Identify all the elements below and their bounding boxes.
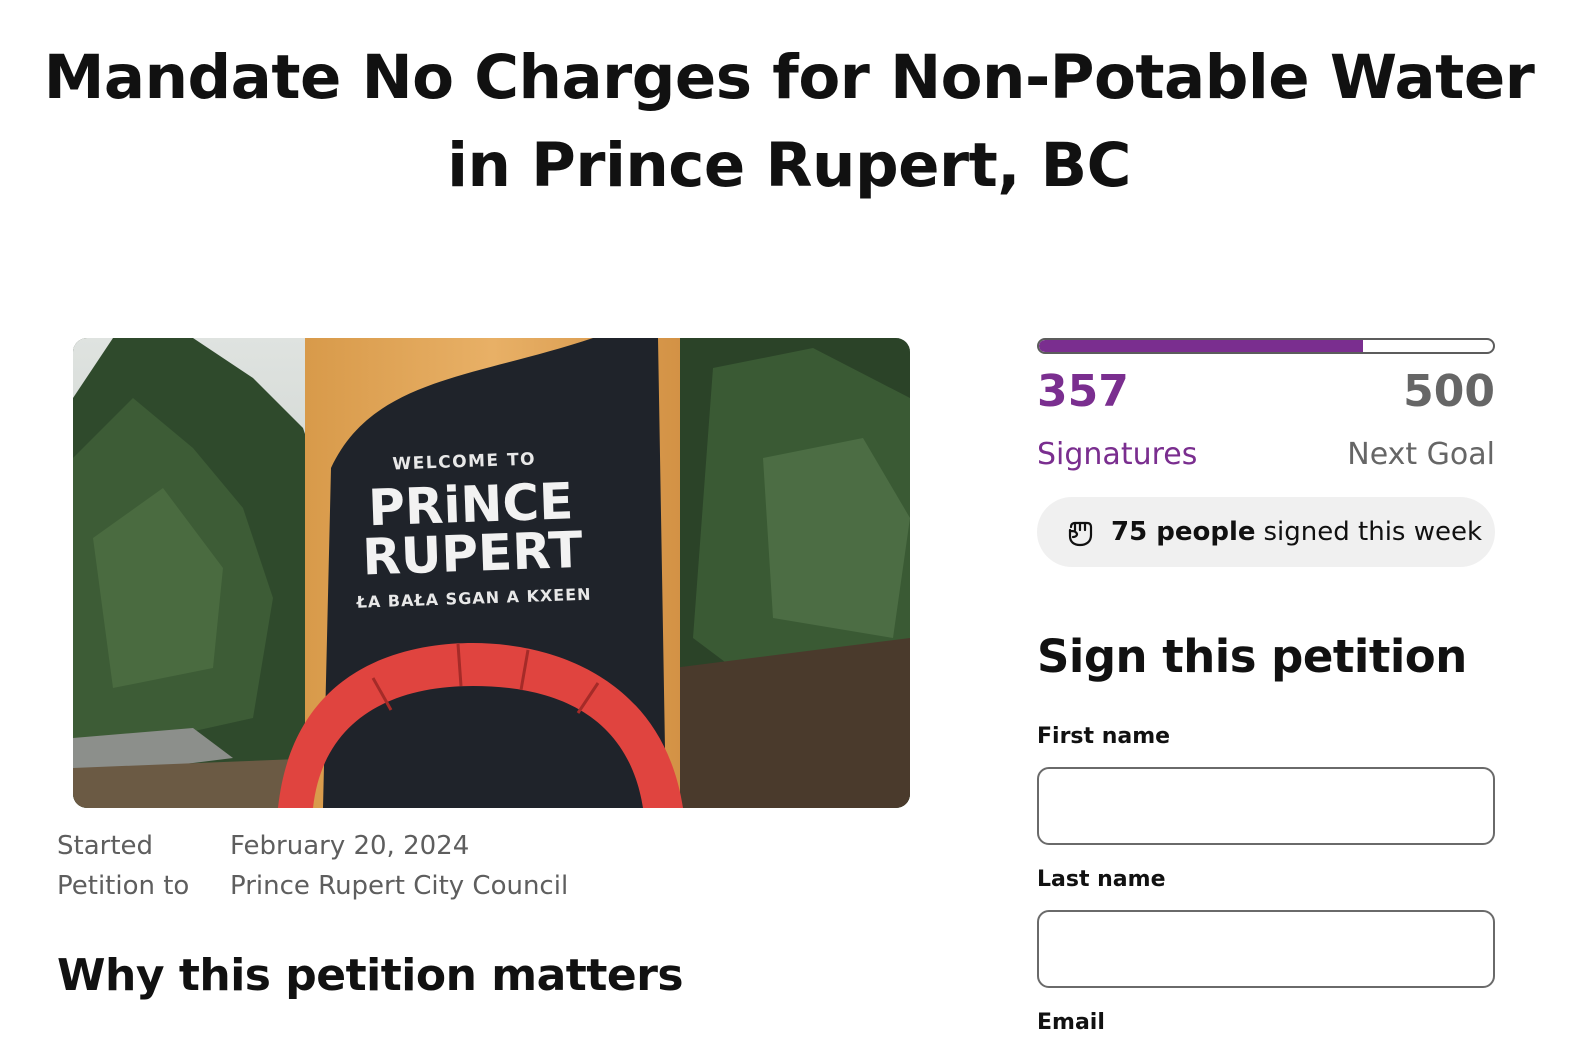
- why-heading: Why this petition matters: [57, 950, 684, 1001]
- petition-meta: Started February 20, 2024 Petition to Pr…: [57, 826, 568, 906]
- next-goal-label: Next Goal: [1347, 437, 1495, 472]
- sign-line-2: RUPERT: [361, 521, 583, 587]
- signature-count: 357: [1037, 366, 1129, 417]
- email-label: Email: [1037, 1010, 1105, 1035]
- petition-title: Mandate No Charges for Non-Potable Water…: [0, 34, 1578, 210]
- first-name-input[interactable]: [1037, 767, 1495, 845]
- signature-progress-bar: [1037, 338, 1495, 354]
- title-line-1: Mandate No Charges for Non-Potable Water: [43, 42, 1535, 113]
- fist-icon: [1063, 515, 1097, 549]
- last-name-input[interactable]: [1037, 910, 1495, 988]
- petition-to-value: Prince Rupert City Council: [230, 871, 569, 901]
- signature-progress-fill: [1039, 340, 1364, 352]
- started-label: Started: [57, 831, 154, 861]
- sign-form-heading: Sign this petition: [1037, 630, 1467, 683]
- started-row: Started February 20, 2024: [57, 826, 568, 866]
- weekly-signers-badge: 75 people signed this week: [1037, 497, 1495, 567]
- first-name-label: First name: [1037, 724, 1171, 749]
- goal-count: 500: [1403, 366, 1495, 417]
- last-name-label: Last name: [1037, 867, 1166, 892]
- weekly-count: 75 people: [1111, 517, 1256, 547]
- petition-page: Mandate No Charges for Non-Potable Water…: [0, 0, 1578, 1038]
- petition-to-row: Petition to Prince Rupert City Council: [57, 866, 568, 906]
- petition-image: WELCOME TO PRiNCE RUPERT ŁA BAŁA SGAN A …: [73, 338, 910, 808]
- welcome-sign-illustration: WELCOME TO PRiNCE RUPERT ŁA BAŁA SGAN A …: [73, 338, 910, 808]
- started-date: February 20, 2024: [230, 831, 470, 861]
- petition-to-label: Petition to: [57, 871, 190, 901]
- title-line-2: in Prince Rupert, BC: [447, 130, 1131, 201]
- weekly-text: signed this week: [1263, 517, 1483, 547]
- signatures-label: Signatures: [1037, 437, 1198, 472]
